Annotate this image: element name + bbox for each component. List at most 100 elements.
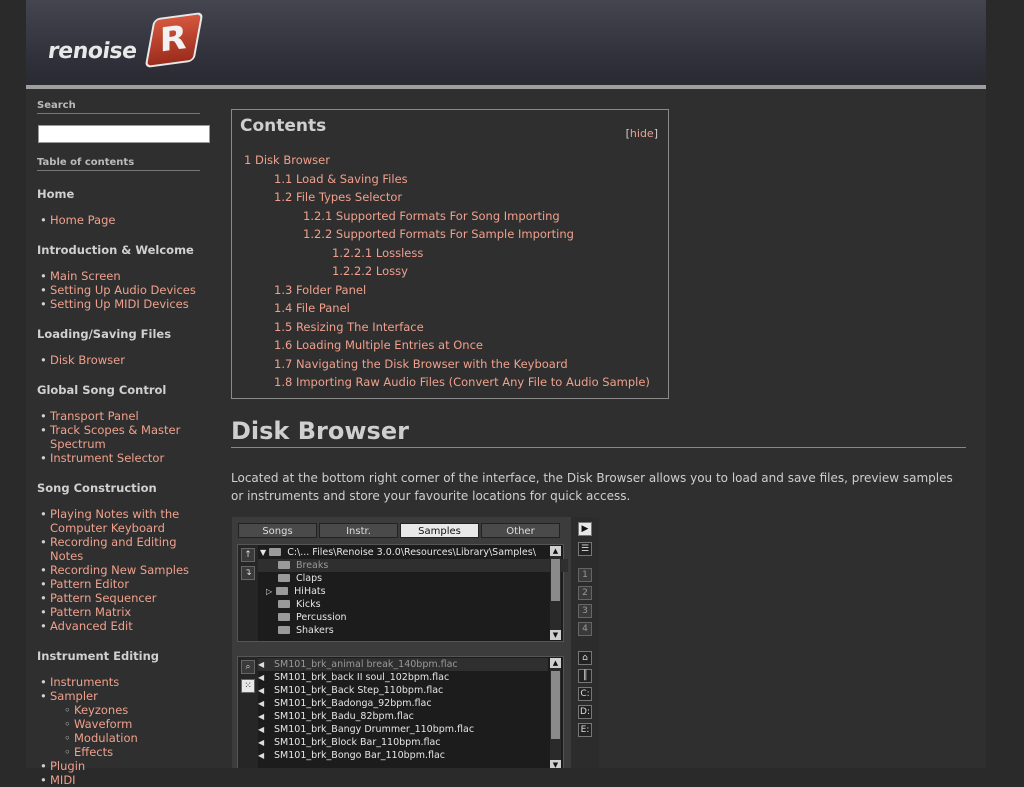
- tab-songs[interactable]: Songs: [238, 523, 317, 538]
- sidebar-subitem-modulation[interactable]: Modulation: [64, 731, 212, 745]
- toc-link[interactable]: 1.2.2.1 Lossless: [244, 244, 650, 263]
- play-icon[interactable]: ▶: [578, 522, 592, 536]
- toc-link[interactable]: 1.2.2.2 Lossy: [244, 262, 650, 281]
- page-title: Disk Browser: [231, 417, 966, 448]
- expand-arrow-icon[interactable]: ▷: [266, 587, 272, 596]
- sidebar-item-midi-devices[interactable]: Setting Up MIDI Devices: [40, 297, 212, 311]
- sidebar-item-instrument-selector[interactable]: Instrument Selector: [40, 451, 212, 465]
- sidebar-item-pattern-matrix[interactable]: Pattern Matrix: [40, 605, 212, 619]
- scroll-down-icon[interactable]: ▼: [550, 630, 561, 640]
- up-folder-icon[interactable]: ↑: [241, 548, 255, 562]
- sidebar-item-advanced-edit[interactable]: Advanced Edit: [40, 619, 212, 633]
- scroll-up-icon[interactable]: ▲: [550, 658, 561, 668]
- speaker-icon: ◀: [258, 699, 265, 708]
- sidebar-item-main-screen[interactable]: Main Screen: [40, 269, 212, 283]
- drive-d-button[interactable]: D:: [578, 705, 592, 719]
- toc-link[interactable]: 1.6 Loading Multiple Entries at Once: [244, 336, 650, 355]
- file-type-tabs: Songs Instr. Samples Other: [238, 523, 560, 538]
- library-icon[interactable]: ║: [578, 669, 592, 683]
- list-view-icon[interactable]: ☰: [578, 542, 592, 556]
- folder-row[interactable]: Claps: [258, 572, 322, 585]
- sidebar-item-disk-browser[interactable]: Disk Browser: [40, 353, 212, 367]
- toc-link[interactable]: 1.7 Navigating the Disk Browser with the…: [244, 355, 650, 374]
- sidebar-item-pattern-editor[interactable]: Pattern Editor: [40, 577, 212, 591]
- favorite-slot-1[interactable]: 1: [578, 568, 592, 582]
- file-row[interactable]: ◀ SM101_brk_animal break_140bpm.flac: [258, 658, 548, 671]
- back-folder-icon[interactable]: ↴: [241, 566, 255, 580]
- file-row[interactable]: ◀ SM101_brk_Bongo Bar_110bpm.flac: [258, 749, 445, 762]
- toc-link[interactable]: 1.2 File Types Selector: [244, 188, 650, 207]
- toc-link[interactable]: 1.5 Resizing The Interface: [244, 318, 650, 337]
- folder-icon: [278, 613, 290, 621]
- sidebar-subitem-waveform[interactable]: Waveform: [64, 717, 212, 731]
- folder-row[interactable]: Kicks: [258, 598, 321, 611]
- search-icon[interactable]: ⌕: [241, 660, 255, 674]
- sidebar-item-midi[interactable]: MIDI: [40, 773, 212, 787]
- home-icon[interactable]: ⌂: [578, 651, 592, 665]
- sidebar-item-home-page[interactable]: Home Page: [40, 213, 212, 227]
- speaker-icon: ◀: [258, 712, 265, 721]
- random-icon[interactable]: ⁙: [241, 679, 255, 693]
- scroll-thumb[interactable]: [551, 559, 560, 601]
- sidebar-item-plugin[interactable]: Plugin: [40, 759, 212, 773]
- speaker-icon: ◀: [258, 660, 265, 669]
- file-row[interactable]: ◀ SM101_brk_Back Step_110bpm.flac: [258, 684, 443, 697]
- sidebar-item-audio-devices[interactable]: Setting Up Audio Devices: [40, 283, 212, 297]
- sidebar-item-sampler[interactable]: Sampler Keyzones Waveform Modulation Eff…: [40, 689, 212, 759]
- toc-title: Contents: [240, 116, 327, 136]
- logo-wordmark: renoise: [46, 39, 139, 64]
- scroll-down-icon[interactable]: ▼: [550, 760, 561, 768]
- search-input[interactable]: [38, 125, 210, 143]
- folder-row[interactable]: Breaks: [258, 559, 568, 572]
- sidebar-item-pattern-sequencer[interactable]: Pattern Sequencer: [40, 591, 212, 605]
- drive-c-button[interactable]: C:: [578, 687, 592, 701]
- toc-link[interactable]: 1.2.2 Supported Formats For Sample Impor…: [244, 225, 650, 244]
- folder-row[interactable]: Shakers: [258, 624, 334, 637]
- toc-list: 1 Disk Browser 1.1 Load & Saving Files 1.2…: [244, 151, 650, 392]
- sidebar-item-playing-notes[interactable]: Playing Notes with the Computer Keyboard: [40, 507, 212, 535]
- tab-samples[interactable]: Samples: [400, 523, 479, 538]
- renoise-logo[interactable]: renoise R: [46, 11, 206, 73]
- table-of-contents: Contents [hide] 1 Disk Browser 1.1 Load &…: [231, 109, 669, 399]
- toc-link[interactable]: 1.1 Load & Saving Files: [244, 170, 650, 189]
- scroll-up-icon[interactable]: ▲: [550, 546, 561, 556]
- toc-hide-link[interactable]: hide: [630, 127, 654, 140]
- folder-scrollbar[interactable]: ▲ ▼: [550, 546, 561, 640]
- sidebar-item-recording-samples[interactable]: Recording New Samples: [40, 563, 212, 577]
- toc-link[interactable]: 1 Disk Browser: [244, 151, 650, 170]
- sidebar-item-instruments[interactable]: Instruments: [40, 675, 212, 689]
- sidebar-item-transport-panel[interactable]: Transport Panel: [40, 409, 212, 423]
- folder-row[interactable]: ▷ HiHats: [258, 585, 326, 598]
- scroll-thumb[interactable]: [551, 671, 560, 739]
- file-pane: ⌕ ⁙ ◀ SM101_brk_animal break_140bpm.flac …: [237, 656, 564, 768]
- folder-icon: [278, 574, 290, 582]
- file-scrollbar[interactable]: ▲ ▼: [550, 658, 561, 768]
- file-row[interactable]: ◀ SM101_brk_Badonga_92bpm.flac: [258, 697, 432, 710]
- favorite-slot-3[interactable]: 3: [578, 604, 592, 618]
- folder-icon: [278, 626, 290, 634]
- favorite-slot-4[interactable]: 4: [578, 622, 592, 636]
- sidebar-item-track-scopes[interactable]: Track Scopes & Master Spectrum: [40, 423, 212, 451]
- sidebar-subitem-keyzones[interactable]: Keyzones: [64, 703, 212, 717]
- folder-row[interactable]: Percussion: [258, 611, 347, 624]
- file-row[interactable]: ◀ SM101_brk_Badu_82bpm.flac: [258, 710, 414, 723]
- toc-link[interactable]: 1.3 Folder Panel: [244, 281, 650, 300]
- section-loading-saving: Loading/Saving Files: [37, 327, 172, 341]
- section-instrument-editing: Instrument Editing: [37, 649, 160, 663]
- sidebar-item-recording-notes[interactable]: Recording and Editing Notes: [40, 535, 212, 563]
- drive-e-button[interactable]: E:: [578, 723, 592, 737]
- speaker-icon: ◀: [258, 686, 265, 695]
- file-row[interactable]: ◀ SM101_brk_Bangy Drummer_110bpm.flac: [258, 723, 474, 736]
- toc-link[interactable]: 1.8 Importing Raw Audio Files (Convert A…: [244, 373, 650, 392]
- folder-icon: [269, 548, 282, 556]
- tab-other[interactable]: Other: [481, 523, 560, 538]
- favorite-slot-2[interactable]: 2: [578, 586, 592, 600]
- toc-link[interactable]: 1.4 File Panel: [244, 299, 650, 318]
- file-row[interactable]: ◀ SM101_brk_back II soul_102bpm.flac: [258, 671, 449, 684]
- sidebar: Search Table of contents Home Home Page …: [37, 100, 212, 787]
- file-row[interactable]: ◀ SM101_brk_Block Bar_110bpm.flac: [258, 736, 441, 749]
- toc-link[interactable]: 1.2.1 Supported Formats For Song Importi…: [244, 207, 650, 226]
- sidebar-subitem-effects[interactable]: Effects: [64, 745, 212, 759]
- toc-hide-toggle[interactable]: [hide]: [626, 127, 658, 140]
- tab-instruments[interactable]: Instr.: [319, 523, 398, 538]
